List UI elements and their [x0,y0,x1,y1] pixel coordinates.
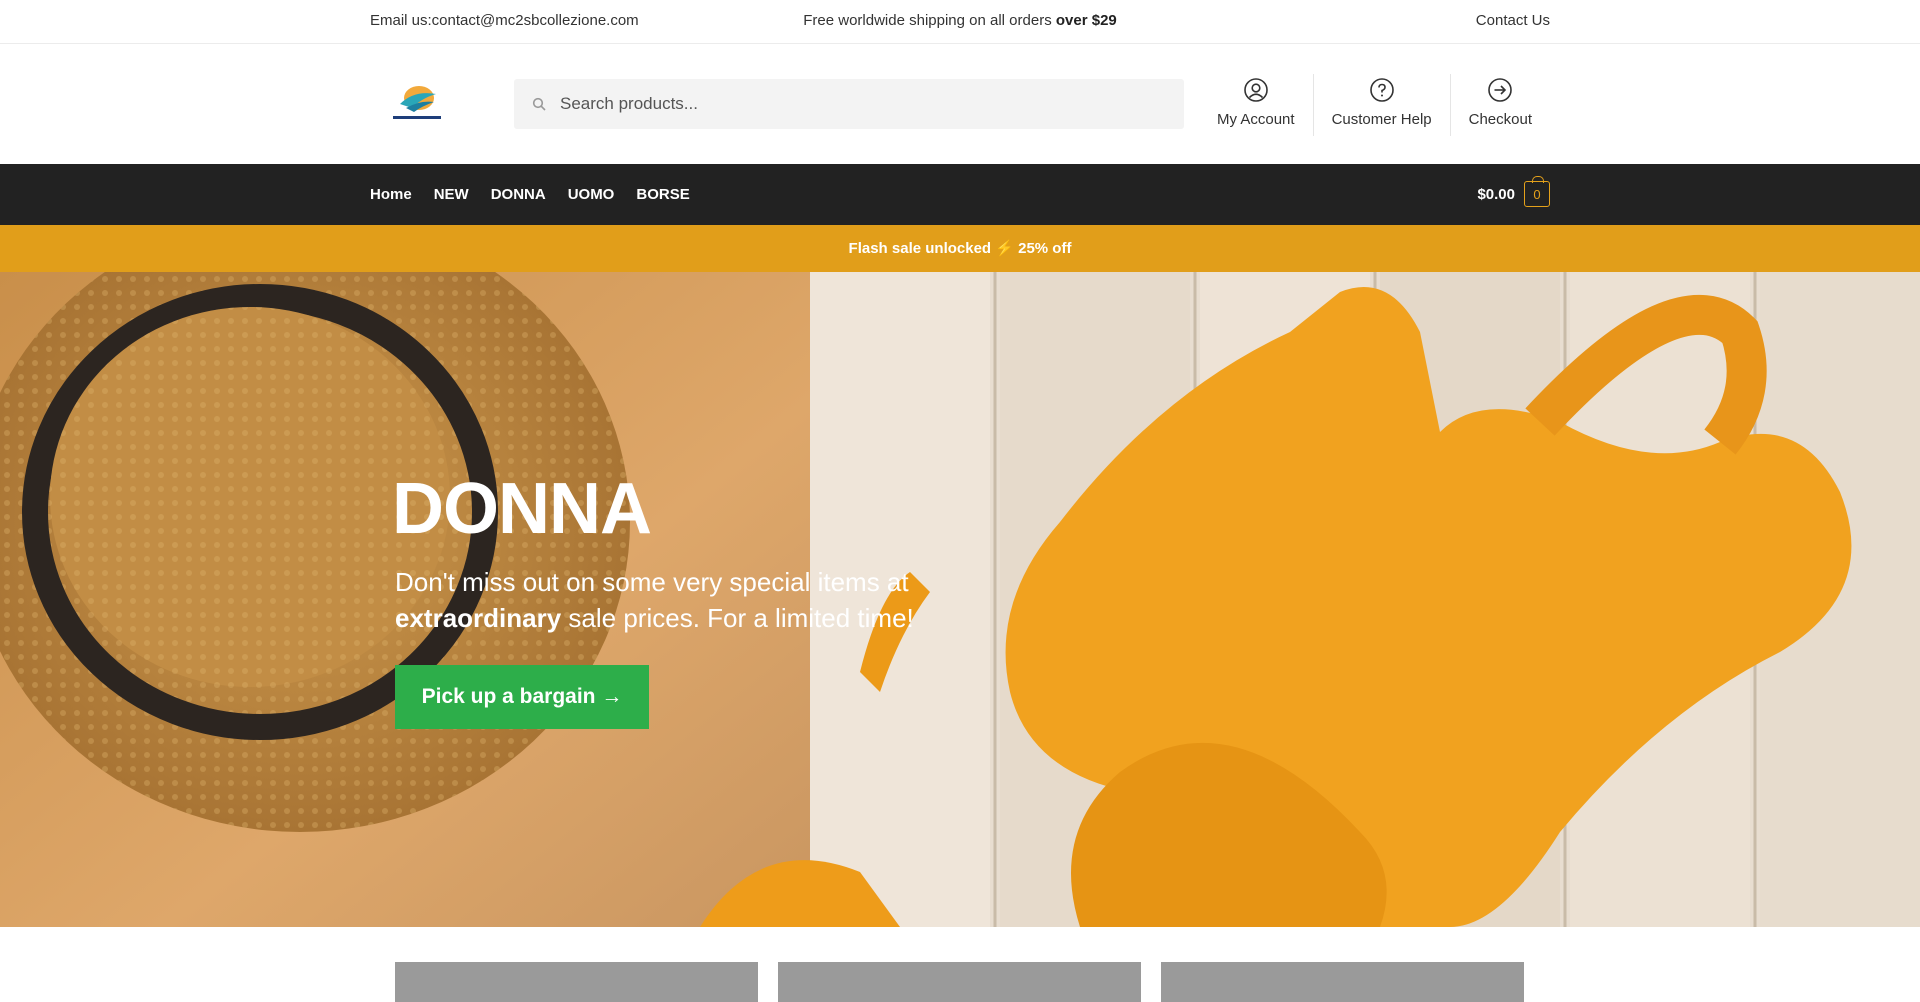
flash-sale-banner[interactable]: Flash sale unlocked ⚡ 25% off [0,225,1920,272]
cart-widget[interactable]: $0.00 0 [1477,176,1550,207]
hero-background-image [0,272,1920,927]
header-actions: My Account Customer Help Checkout [1199,74,1550,136]
nav-menu: Home NEW DONNA UOMO BORSE [370,164,712,225]
product-card[interactable] [1161,962,1524,1002]
search-icon [532,97,546,111]
pick-up-bargain-button[interactable]: Pick up a bargain → [395,665,649,729]
my-account-label: My Account [1217,111,1295,128]
nav-item-home[interactable]: Home [370,186,412,203]
customer-help-link[interactable]: Customer Help [1312,74,1450,136]
search-input[interactable] [558,93,1122,115]
site-header: My Account Customer Help Checkout [0,44,1920,164]
my-account-link[interactable]: My Account [1199,74,1313,136]
product-card[interactable] [778,962,1141,1002]
hero-title: DONNA [392,469,652,549]
shipping-text: Free worldwide shipping on all orders [803,12,1052,29]
arrow-circle-right-icon [1488,78,1513,102]
user-circle-icon [1243,78,1268,102]
product-card[interactable] [395,962,758,1002]
nav-item-new[interactable]: NEW [434,186,469,203]
nav-item-uomo[interactable]: UOMO [568,186,615,203]
contact-us-link[interactable]: Contact Us [1476,12,1550,29]
main-nav: Home NEW DONNA UOMO BORSE $0.00 0 [0,164,1920,225]
site-logo[interactable] [392,82,442,124]
checkout-link[interactable]: Checkout [1449,74,1550,136]
product-card-row [395,962,1544,1002]
hero-subtitle-bold: extraordinary [395,603,562,633]
nav-item-borse[interactable]: BORSE [636,186,689,203]
checkout-label: Checkout [1468,111,1532,128]
shipping-threshold: over $29 [1055,12,1117,29]
hero-subtitle: Don't miss out on some very special item… [395,564,915,636]
cart-bag-icon: 0 [1524,176,1550,207]
help-circle-icon [1369,78,1394,102]
nav-item-donna[interactable]: DONNA [491,186,546,203]
cart-amount: $0.00 [1477,185,1515,203]
hero-banner: DONNA Don't miss out on some very specia… [0,272,1920,927]
cart-count: 0 [1533,186,1541,202]
shipping-notice: Free worldwide shipping on all orders ov… [0,12,1920,29]
search-bar[interactable] [514,79,1184,129]
customer-help-label: Customer Help [1331,111,1432,128]
top-bar: Email us:contact@mc2sbcollezione.com Fre… [0,0,1920,44]
hero-subtitle-line1: Don't miss out on some very special item… [395,567,909,597]
hero-subtitle-rest: sale prices. For a limited time! [568,603,914,633]
